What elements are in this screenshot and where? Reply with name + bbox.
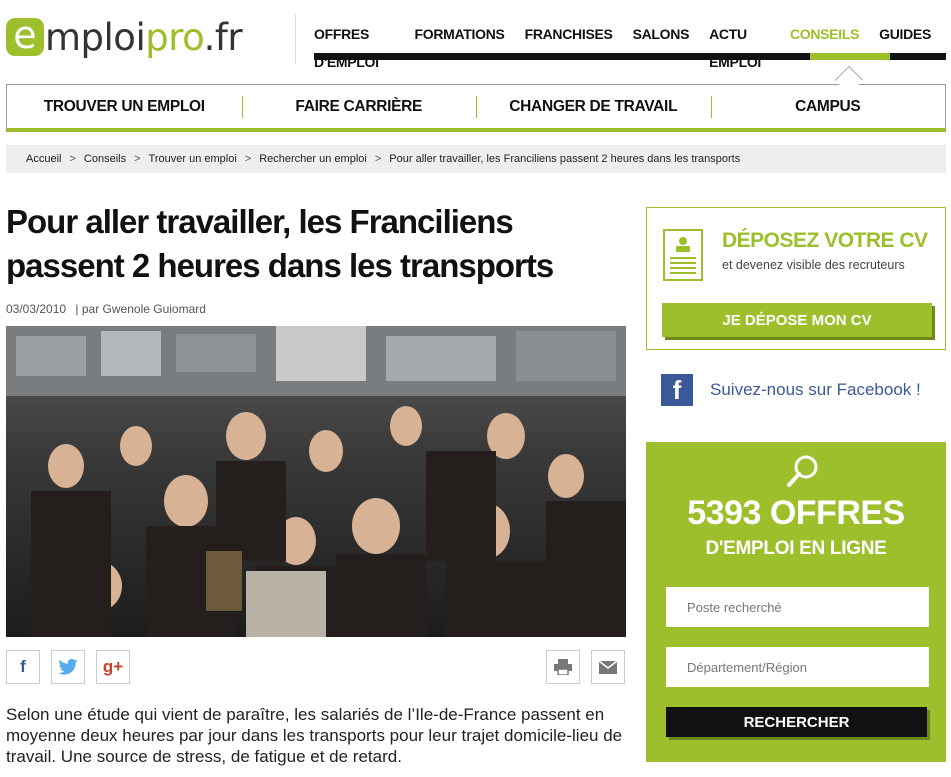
search-jobs-button[interactable]: RECHERCHER [666,707,927,737]
breadcrumb-conseils[interactable]: Conseils [84,153,126,165]
topnav-guides[interactable]: GUIDES [879,20,931,76]
breadcrumb-accueil[interactable]: Accueil [26,153,61,165]
topnav-offres[interactable]: OFFRES D'EMPLOI [314,20,394,76]
breadcrumb-rechercher-emploi[interactable]: Rechercher un emploi [259,153,367,165]
cv-document-icon [663,229,703,281]
article-lead: Selon une étude qui vient de paraître, l… [6,705,623,766]
offers-label: D'EMPLOI EN LIGNE [705,538,887,559]
breadcrumb-separator: > [134,153,141,165]
googleplus-icon: g+ [102,657,124,676]
breadcrumb-separator: > [374,153,382,165]
logo-word-mploi: mploi [45,15,146,59]
logo-word-tld: .fr [203,15,243,59]
job-title-input[interactable] [666,587,929,627]
twitter-icon [58,659,78,675]
breadcrumb-separator: > [244,153,252,165]
breadcrumb-trouver-emploi[interactable]: Trouver un emploi [149,153,237,165]
logo-wordmark: mploipro.fr [45,15,243,59]
logo-e-mark: e [6,16,44,56]
subnav-faire-carriere[interactable]: FAIRE CARRIÈRE [241,85,477,128]
logo-word-pro: pro [145,15,204,59]
cv-deposit-box: DÉPOSEZ VOTRE CV et devenez visible des … [646,207,946,350]
facebook-follow-link[interactable]: f Suivez-nous sur Facebook ! [661,374,921,406]
article-date: 03/03/2010 [6,302,67,316]
article-meta: 03/03/2010 | par Gwenole Guiomard [6,302,206,316]
subnav-campus[interactable]: CAMPUS [710,85,946,128]
subnav-changer-travail[interactable]: CHANGER DE TRAVAIL [476,85,711,128]
breadcrumb-separator: > [69,153,76,165]
topnav-underline [314,53,946,60]
envelope-icon [599,660,617,674]
topnav-salons[interactable]: SALONS [633,20,690,76]
sub-navigation: TROUVER UN EMPLOI FAIRE CARRIÈRE CHANGER… [6,84,946,132]
print-button[interactable] [546,650,580,684]
search-icon [787,455,818,487]
breadcrumb-current: Pour aller travailler, les Franciliens p… [389,153,741,165]
share-twitter-button[interactable] [51,650,85,684]
offers-count: 5393 OFFRES [687,494,905,532]
cv-box-subtitle: et devenez visible des recruteurs [722,258,905,272]
article-title: Pour aller travailler, les Franciliens p… [6,203,554,284]
deposit-cv-button[interactable]: JE DÉPOSE MON CV [662,303,932,337]
article-author: Gwenole Guiomard [102,302,206,316]
subnav-trouver-emploi[interactable]: TROUVER UN EMPLOI [7,85,242,128]
topnav-active-indicator [810,53,890,60]
email-share-button[interactable] [591,650,625,684]
facebook-icon: f [20,657,26,676]
topnav-actu-emploi[interactable]: ACTU EMPLOI [709,20,770,76]
job-search-widget: 5393 OFFRES D'EMPLOI EN LIGNE RECHERCHER [646,442,946,762]
topnav-formations[interactable]: FORMATIONS [414,20,504,76]
cv-box-title: DÉPOSEZ VOTRE CV [722,229,928,252]
site-logo[interactable]: e mploipro.fr [6,12,243,62]
share-facebook-button[interactable]: f [6,650,40,684]
facebook-icon: f [661,374,693,406]
crowd-photo-illustration [6,326,626,637]
printer-icon [554,659,572,675]
breadcrumb: Accueil > Conseils > Trouver un emploi >… [6,145,946,173]
location-input[interactable] [666,647,929,687]
header-divider [295,14,296,64]
share-googleplus-button[interactable]: g+ [96,650,130,684]
facebook-follow-text: Suivez-nous sur Facebook ! [710,380,921,399]
article-photo [6,326,626,637]
topnav-franchises[interactable]: FRANCHISES [525,20,613,76]
article-author-prefix: | par [75,302,100,316]
